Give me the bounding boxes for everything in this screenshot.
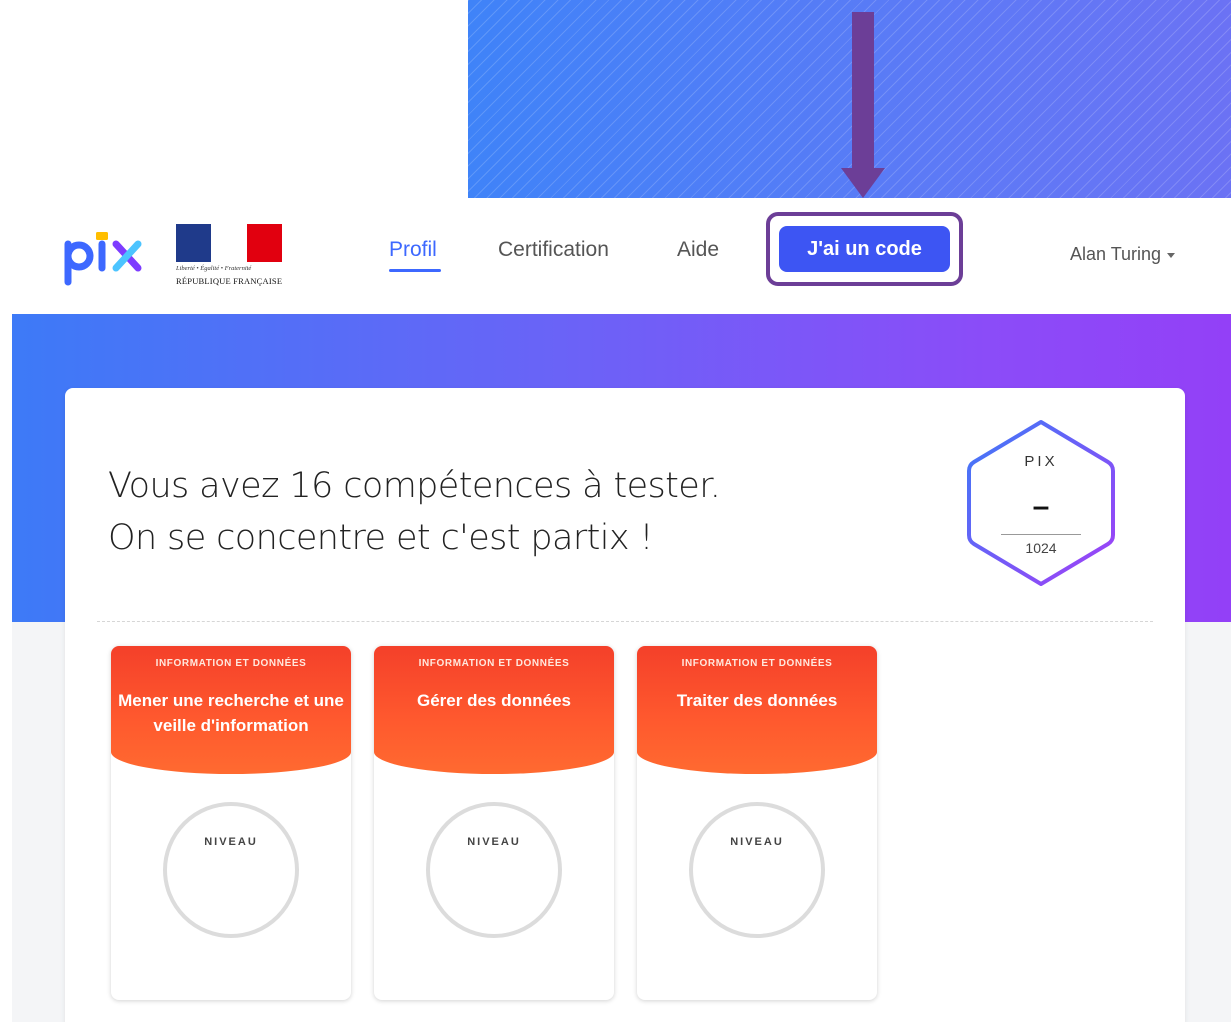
republic-name: RÉPUBLIQUE FRANÇAISE [176,276,283,286]
competence-name: Mener une recherche et une veille d'info… [118,691,344,735]
arrow-down-icon [852,12,874,172]
section-divider [97,621,1153,622]
pix-score-badge: PIX – 1024 [963,418,1119,588]
competence-name: Gérer des données [416,691,571,710]
competence-area: INFORMATION ET DONNÉES [155,658,307,669]
user-menu[interactable]: Alan Turing [1070,244,1176,265]
pix-logo[interactable] [62,228,144,288]
code-button[interactable]: J'ai un code [779,226,950,272]
badge-max-score: 1024 [1025,540,1057,556]
intro-message: Vous avez 16 compétences à tester. On se… [108,460,721,564]
nav-link-aide[interactable]: Aide [677,238,719,262]
intro-line-1: Vous avez 16 compétences à tester. [108,466,721,506]
competence-card[interactable]: INFORMATION ET DONNÉES Traiter des donné… [637,646,877,1000]
competence-name: Traiter des données [676,691,838,710]
nav-active-indicator [389,269,441,272]
competence-card[interactable]: INFORMATION ET DONNÉES Gérer des données… [374,646,614,1000]
marianne-flag-icon [176,224,282,262]
nav-link-certification[interactable]: Certification [498,238,609,262]
level-label: NIVEAU [730,836,784,848]
level-ring: NIVEAU [426,802,562,938]
competence-header: INFORMATION ET DONNÉES Mener une recherc… [111,646,351,774]
badge-score: – [1032,490,1050,523]
competence-header: INFORMATION ET DONNÉES Gérer des données [374,646,614,774]
competence-area: INFORMATION ET DONNÉES [681,658,833,669]
level-label: NIVEAU [467,836,521,848]
republique-francaise-logo: Liberté • Égalité • Fraternité RÉPUBLIQU… [176,224,286,288]
caret-down-icon [1167,252,1176,258]
competence-card[interactable]: INFORMATION ET DONNÉES Mener une recherc… [111,646,351,1000]
intro-line-2: On se concentre et c'est partix ! [108,518,654,558]
arrow-down-icon-head [841,168,885,198]
profile-card: Vous avez 16 compétences à tester. On se… [65,388,1185,1022]
level-label: NIVEAU [204,836,258,848]
badge-divider [1001,534,1081,535]
navbar: Liberté • Égalité • Fraternité RÉPUBLIQU… [0,198,1231,314]
badge-label: PIX [1024,453,1058,470]
level-ring: NIVEAU [163,802,299,938]
nav-link-profil[interactable]: Profil [389,238,437,262]
competence-header: INFORMATION ET DONNÉES Traiter des donné… [637,646,877,774]
level-ring: NIVEAU [689,802,825,938]
republic-motto: Liberté • Égalité • Fraternité [176,265,252,272]
user-name: Alan Turing [1070,244,1162,264]
competence-area: INFORMATION ET DONNÉES [418,658,570,669]
